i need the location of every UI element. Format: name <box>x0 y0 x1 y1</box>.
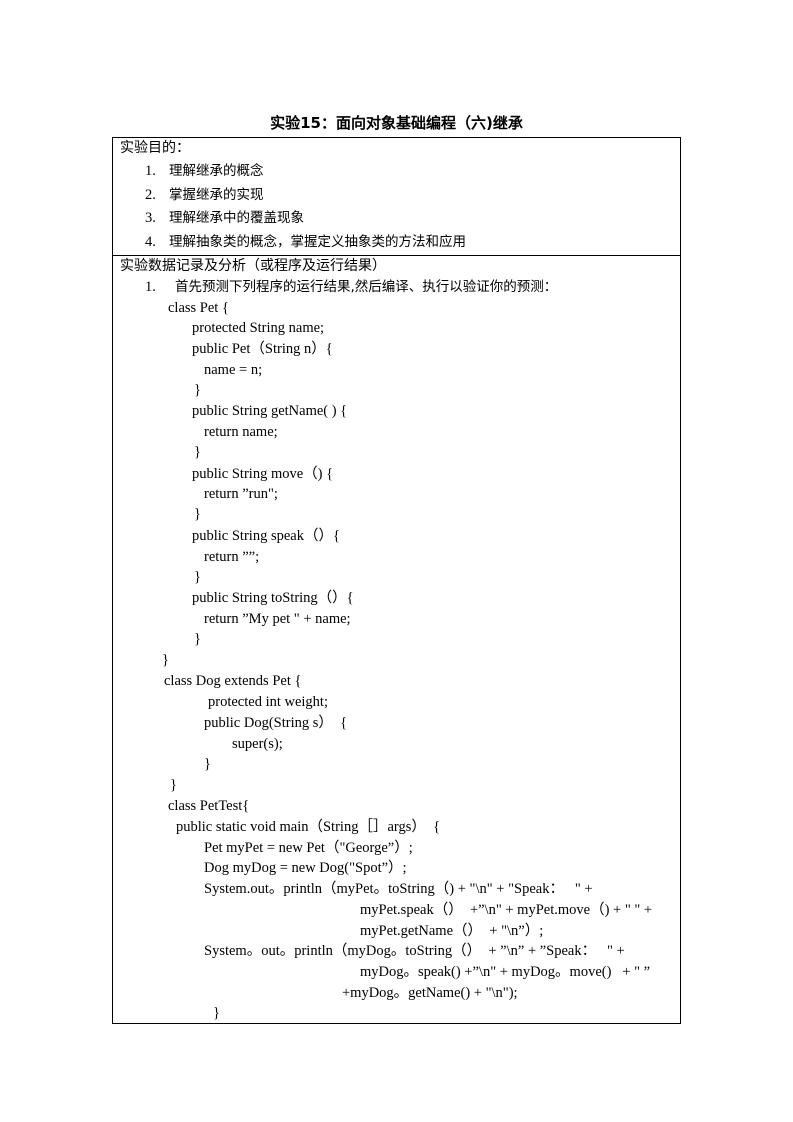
objective-number: 4. <box>145 234 156 250</box>
objective-item: 掌握继承的实现 <box>169 187 264 203</box>
code-line: return ”run"; <box>204 486 278 502</box>
code-line: } <box>194 631 201 647</box>
code-line: public Pet（String n）{ <box>192 341 333 357</box>
code-line: } <box>162 652 169 668</box>
code-line: } <box>194 444 201 460</box>
code-line: myDog。speak() +”\n" + myDog。move() + " ” <box>360 964 651 980</box>
code-line: } <box>194 569 201 585</box>
code-line: System。out。println（myDog。toString（） + ”\… <box>204 943 625 959</box>
code-line: } <box>213 1005 220 1021</box>
code-line: protected String name; <box>192 320 325 336</box>
code-line: public String getName( ) { <box>192 403 348 419</box>
objective-item: 理解继承中的覆盖现象 <box>169 210 304 226</box>
code-line: class Pet { <box>168 300 229 316</box>
objective-number: 3. <box>145 210 156 226</box>
records-header: 实验数据记录及分析（或程序及运行结果） <box>120 258 386 274</box>
code-line: public static void main（String［］args） { <box>176 819 441 835</box>
code-line: public String speak（）{ <box>192 528 340 544</box>
code-line: +myDog。getName() + "\n"); <box>342 985 518 1001</box>
code-line: public String toString（）{ <box>192 590 354 606</box>
code-line: return ””; <box>204 549 260 565</box>
code-line: Dog myDog = new Dog("Spot”）; <box>204 860 407 876</box>
objective-item: 理解继承的概念 <box>169 163 264 179</box>
code-line: Pet myPet = new Pet（"George”）; <box>204 840 413 856</box>
objective-number: 2. <box>145 187 156 203</box>
code-line: System.out。println（myPet。toString（) + "\… <box>204 881 593 897</box>
code-line: return ”My pet " + name; <box>204 611 351 627</box>
task-text: 首先预测下列程序的运行结果,然后编译、执行以验证你的预测： <box>175 279 558 295</box>
code-line: super(s); <box>232 736 283 752</box>
code-line: } <box>194 506 201 522</box>
code-line: class PetTest{ <box>168 798 250 814</box>
objectives-header: 实验目的： <box>120 140 190 156</box>
code-line: } <box>194 382 201 398</box>
code-line: myPet.speak（） +”\n" + myPet.move（) + " "… <box>360 902 653 918</box>
code-line: name = n; <box>204 362 263 378</box>
task-number: 1. <box>145 279 156 295</box>
code-line: protected int weight; <box>208 694 328 710</box>
objective-item: 理解抽象类的概念，掌握定义抽象类的方法和应用 <box>169 234 466 250</box>
objective-number: 1. <box>145 163 156 179</box>
code-line: return name; <box>204 424 278 440</box>
code-line: } <box>170 777 177 793</box>
code-line: myPet.getName（） + "\n”）; <box>360 923 544 939</box>
document-title: 实验15：面向对象基础编程（六)继承 <box>270 114 523 132</box>
code-line: public String move（) { <box>192 466 334 482</box>
code-line: class Dog extends Pet { <box>164 673 302 689</box>
code-line: } <box>204 756 211 772</box>
code-line: public Dog(String s） { <box>204 715 348 731</box>
